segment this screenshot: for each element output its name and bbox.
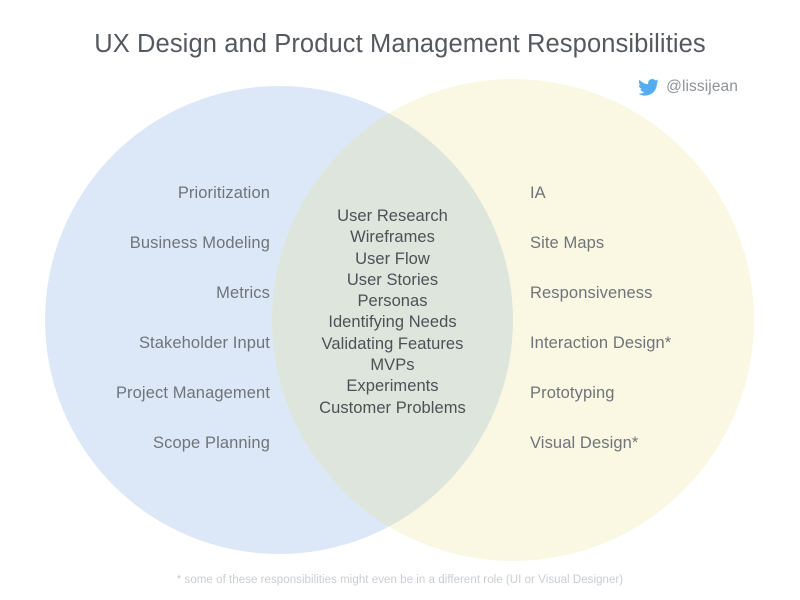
list-item: IA [530, 184, 546, 202]
list-item: Project Management [115, 384, 270, 402]
list-item: Prototyping [530, 384, 615, 402]
list-item: Metrics [216, 284, 270, 302]
list-item: Personas [357, 292, 428, 311]
list-item: Identifying Needs [328, 313, 457, 332]
list-item: Responsiveness [530, 284, 653, 302]
list-item: Stakeholder Input [138, 334, 270, 352]
list-item: Prioritization [177, 184, 270, 202]
product-management-list: Prioritization Business Modeling Metrics… [20, 168, 270, 468]
list-item: Customer Problems [319, 398, 466, 417]
slide-canvas: UX Design and Product Management Respons… [0, 0, 800, 600]
footnote: * some of these responsibilities might e… [176, 574, 624, 586]
list-item: Validating Features [321, 334, 464, 353]
ux-design-list: IA Site Maps Responsiveness Interaction … [530, 168, 780, 468]
list-item: Experiments [346, 377, 439, 396]
list-item: Business Modeling [129, 234, 270, 252]
shared-responsibilities-list: User Research Wireframes User Flow User … [285, 206, 500, 419]
list-item: Scope Planning [153, 434, 270, 452]
list-item: Visual Design* [530, 434, 639, 452]
list-item: Site Maps [530, 234, 605, 252]
list-item: User Flow [355, 249, 430, 268]
list-item: User Research [337, 207, 448, 225]
list-item: Interaction Design* [530, 334, 672, 352]
list-item: Wireframes [350, 228, 435, 247]
list-item: User Stories [346, 270, 439, 289]
list-item: MVPs [370, 356, 415, 375]
